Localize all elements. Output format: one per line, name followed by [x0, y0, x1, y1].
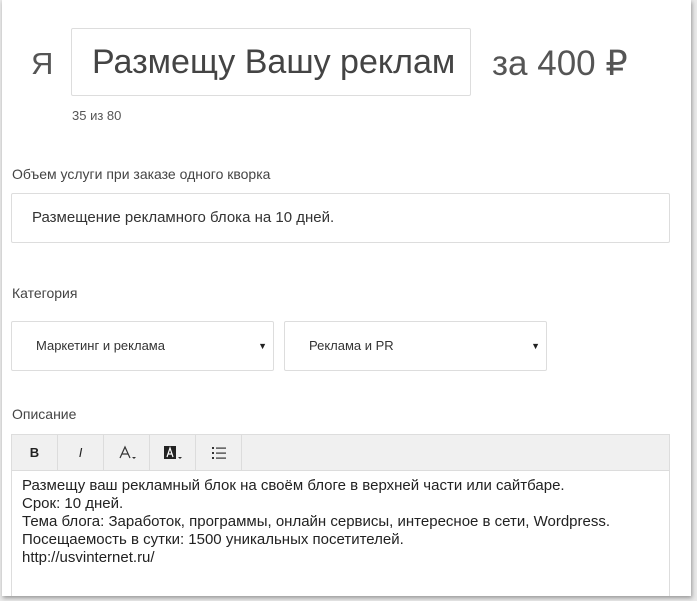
- category-select[interactable]: Маркетинг и реклама ▼: [11, 321, 274, 371]
- description-line: Размещу ваш рекламный блок на своём блог…: [22, 477, 565, 494]
- description-line: Срок: 10 дней.: [22, 495, 124, 512]
- category-select-value: Маркетинг и реклама: [36, 338, 165, 353]
- chevron-down-icon: ▼: [531, 341, 540, 351]
- title-prefix: Я: [31, 46, 54, 81]
- description-textarea[interactable]: Размещу ваш рекламный блок на своём блог…: [12, 471, 669, 573]
- subcategory-select-value: Реклама и PR: [309, 338, 394, 353]
- italic-button[interactable]: I: [58, 435, 104, 470]
- description-line: http://usvinternet.ru/: [22, 549, 155, 566]
- background-color-button[interactable]: [150, 435, 196, 470]
- description-editor: B I Размещу ваш рекламный блок на своём …: [11, 434, 670, 596]
- kwork-form: Я Размещу Вашу реклам за 400 ₽ 35 из 80 …: [2, 0, 691, 596]
- title-row: Я Размещу Вашу реклам за 400 ₽: [2, 28, 691, 98]
- category-label: Категория: [12, 285, 78, 301]
- bold-button[interactable]: B: [12, 435, 58, 470]
- ordered-list-button[interactable]: [196, 435, 242, 470]
- font-color-button[interactable]: [104, 435, 150, 470]
- volume-label: Объем услуги при заказе одного кворка: [12, 166, 271, 182]
- description-line: Посещаемость в сутки: 1500 уникальных по…: [22, 531, 404, 548]
- price-label: за 400 ₽: [492, 44, 628, 83]
- description-line: Тема блога: Заработок, программы, онлайн…: [22, 513, 611, 530]
- description-label: Описание: [12, 406, 77, 422]
- editor-toolbar: B I: [12, 435, 669, 471]
- font-color-icon: [118, 445, 136, 459]
- title-input[interactable]: Размещу Вашу реклам: [71, 28, 471, 96]
- ordered-list-icon: [211, 446, 226, 459]
- subcategory-select[interactable]: Реклама и PR ▼: [284, 321, 547, 371]
- volume-input[interactable]: Размещение рекламного блока на 10 дней.: [11, 193, 670, 243]
- chevron-down-icon: ▼: [258, 341, 267, 351]
- title-char-counter: 35 из 80: [72, 108, 122, 123]
- background-color-icon: [163, 445, 182, 459]
